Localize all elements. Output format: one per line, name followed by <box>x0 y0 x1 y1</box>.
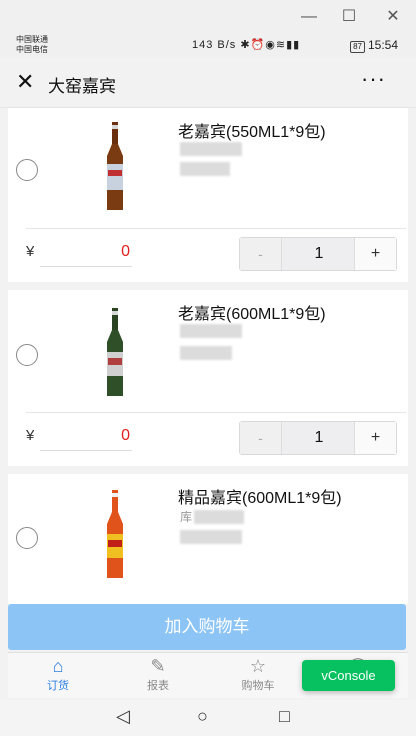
select-radio[interactable] <box>16 344 38 366</box>
star-icon: ☆ <box>249 656 267 676</box>
quantity-input[interactable]: 1 <box>282 238 356 270</box>
product-image <box>107 122 123 210</box>
product-name: 老嘉宾(550ML1*9包) <box>178 124 326 141</box>
blurred-info <box>194 510 244 524</box>
price-input[interactable]: 0 <box>40 237 132 267</box>
system-nav-bar: ◁ ○ □ <box>0 700 416 736</box>
increase-button[interactable]: + <box>354 238 396 270</box>
quantity-stepper: - 1 + <box>239 421 397 455</box>
status-icons: 143 B/s ✱⏰◉≋▮▮ <box>192 38 300 51</box>
product-image <box>107 308 123 396</box>
tab-cart[interactable]: ☆ 购物车 <box>218 655 298 693</box>
page-title: 大窑嘉宾 <box>48 77 116 96</box>
blurred-info <box>180 162 230 176</box>
network-speed: 143 B/s <box>192 39 237 51</box>
more-icon[interactable]: ··· <box>361 66 386 92</box>
separator <box>8 282 408 290</box>
home-icon: ⌂ <box>52 656 64 676</box>
select-radio[interactable] <box>16 159 38 181</box>
tab-report[interactable]: ✎ 报表 <box>118 655 198 693</box>
product-image <box>107 490 123 578</box>
add-to-cart-button[interactable]: 加入购物车 <box>8 604 406 650</box>
product-name: 老嘉宾(600ML1*9包) <box>178 306 326 323</box>
tab-order[interactable]: ⌂ 订货 <box>18 655 98 693</box>
quantity-input[interactable]: 1 <box>282 422 356 454</box>
blurred-info <box>180 530 242 544</box>
bluetooth-icon: ✱ <box>240 39 251 51</box>
currency-symbol: ¥ <box>26 427 35 444</box>
blurred-info <box>180 142 242 156</box>
vconsole-button[interactable]: vConsole <box>302 660 395 691</box>
price-row: ¥ 0 - 1 + <box>8 413 408 465</box>
product-list[interactable]: 老嘉宾(550ML1*9包) ¥ 0 - 1 + 老嘉宾(600ML1*9包) <box>8 108 408 604</box>
blurred-info <box>180 346 232 360</box>
currency-symbol: ¥ <box>26 243 35 260</box>
home-button-icon[interactable]: ○ <box>197 706 208 727</box>
blurred-info <box>180 324 242 338</box>
edit-icon: ✎ <box>150 656 166 676</box>
decrease-button[interactable]: - <box>240 238 282 270</box>
close-icon[interactable]: ✕ <box>16 69 34 95</box>
status-bar: 中国联通 中国电信 143 B/s ✱⏰◉≋▮▮ 87 15:54 <box>0 34 416 58</box>
increase-button[interactable]: + <box>354 422 396 454</box>
quantity-stepper: - 1 + <box>239 237 397 271</box>
emulator-window-bar: — ☐ ✕ <box>0 0 416 34</box>
price-row: ¥ 0 - 1 + <box>8 229 408 281</box>
carrier-1: 中国联通 <box>16 35 48 44</box>
recents-icon[interactable]: □ <box>279 706 290 727</box>
price-input[interactable]: 0 <box>40 421 132 451</box>
alarm-icon: ⏰ <box>250 39 266 51</box>
maximize-icon[interactable]: ☐ <box>338 6 360 28</box>
eye-icon: ◉ <box>265 39 276 51</box>
stock-label: 库 <box>180 510 193 524</box>
tab-label: 报表 <box>147 680 169 692</box>
carrier-2: 中国电信 <box>16 45 48 54</box>
battery-icon: 87 <box>350 41 365 53</box>
close-icon[interactable]: ✕ <box>382 6 404 28</box>
wifi-icon: ≋ <box>275 39 287 51</box>
tab-label: 购物车 <box>241 680 275 692</box>
product-name: 精品嘉宾(600ML1*9包) <box>178 490 342 507</box>
select-radio[interactable] <box>16 527 38 549</box>
decrease-button[interactable]: - <box>240 422 282 454</box>
minimize-icon[interactable]: — <box>298 6 320 28</box>
signal-icon: ▮▮ <box>286 39 301 51</box>
time: 15:54 <box>367 38 398 52</box>
back-icon[interactable]: ◁ <box>116 706 130 727</box>
app-header: ✕ 大窑嘉宾 ··· <box>0 58 416 108</box>
separator <box>8 466 408 474</box>
clock: 87 15:54 <box>350 38 398 53</box>
carrier-info: 中国联通 中国电信 <box>16 35 48 55</box>
tab-label: 订货 <box>47 680 69 692</box>
